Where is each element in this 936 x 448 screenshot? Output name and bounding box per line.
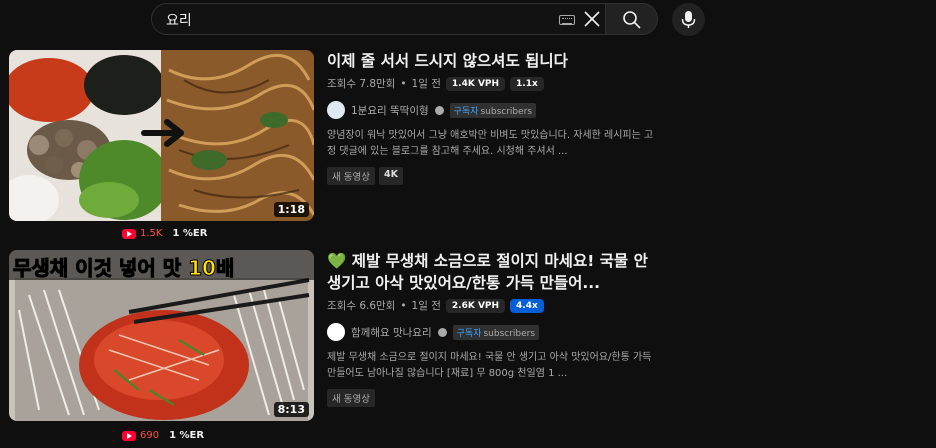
video-result[interactable]: 1:18 1.5K 1 %ER 이제 줄 서서 드시지 않으셔도 됩니다 조회수… <box>9 50 653 245</box>
video-info: 이제 줄 서서 드시지 않으셔도 됩니다 조회수 7.8만회 • 1일 전 1.… <box>327 50 657 185</box>
mini-views: 690 <box>140 430 160 441</box>
voice-search-button[interactable] <box>672 3 705 36</box>
keyboard-icon[interactable] <box>559 15 575 25</box>
multiplier-badge: 1.1x <box>510 76 544 91</box>
subscriber-label-ko: 구독자 <box>456 328 482 339</box>
avatar[interactable] <box>327 101 345 119</box>
tag-4k: 4K <box>378 167 403 185</box>
video-duration: 8:13 <box>273 402 309 417</box>
video-title-text[interactable]: 이제 줄 서서 드시지 않으셔도 됩니다 <box>327 52 568 70</box>
thumbnail-text-1: 무생채 <box>12 256 69 281</box>
thumbnail-image <box>9 50 314 221</box>
separator-dot: • <box>400 299 407 312</box>
green-heart-icon: 💚 <box>327 252 347 270</box>
video-description: 제발 무생채 소금으로 절이지 마세요! 국물 안 생기고 아삭 맛있어요/한통… <box>327 352 652 379</box>
video-tags: 새 동영상 4K <box>327 167 657 185</box>
microphone-icon <box>681 11 696 28</box>
close-icon[interactable] <box>582 9 602 29</box>
channel-row[interactable]: 함께해요 맛나요리 구독자 subscribers <box>327 323 657 341</box>
upload-age: 1일 전 <box>411 300 441 312</box>
subscriber-label-ko: 구독자 <box>453 106 479 117</box>
view-count: 조회수 6.6만회 <box>327 300 396 312</box>
subscriber-label-en: subscribers <box>480 106 533 117</box>
subscriber-label-en: subscribers <box>483 328 536 339</box>
video-info: 💚 제발 무생채 소금으로 절이지 마세요! 국물 안 생기고 아삭 맛있어요/… <box>327 250 657 407</box>
thumbnail-caption: 무생채 이것 넣어 맛 10배 <box>12 252 235 281</box>
video-title[interactable]: 💚 제발 무생채 소금으로 절이지 마세요! 국물 안 생기고 아삭 맛있어요/… <box>327 250 657 294</box>
search-icon <box>623 11 641 29</box>
tag-new-video: 새 동영상 <box>327 389 375 407</box>
search-query[interactable]: 요리 <box>166 10 192 30</box>
video-meta: 조회수 7.8만회 • 1일 전 1.4K VPH 1.1x <box>327 76 657 91</box>
video-thumbnail[interactable]: 무생채 이것 넣어 맛 10배 8:13 <box>9 250 314 421</box>
video-title-text[interactable]: 제발 무생채 소금으로 절이지 마세요! 국물 안 생기고 아삭 맛있어요/한통… <box>327 252 648 292</box>
multiplier-badge: 4.4x <box>510 298 544 313</box>
video-title[interactable]: 이제 줄 서서 드시지 않으셔도 됩니다 <box>327 50 657 72</box>
view-count: 조회수 7.8만회 <box>327 78 396 90</box>
youtube-icon <box>122 430 136 441</box>
separator-dot: • <box>400 77 407 90</box>
vph-badge: 1.4K VPH <box>445 76 506 91</box>
engagement-rate: 1 %ER <box>169 430 205 441</box>
engagement-rate: 1 %ER <box>172 228 208 239</box>
search-button[interactable] <box>605 3 658 35</box>
video-duration: 1:18 <box>273 202 309 217</box>
video-meta: 조회수 6.6만회 • 1일 전 2.6K VPH 4.4x <box>327 298 657 313</box>
search-input[interactable]: 요리 <box>151 3 606 35</box>
video-thumbnail[interactable]: 1:18 <box>9 50 314 221</box>
channel-name[interactable]: 1분요리 뚝딱이형 <box>351 103 429 118</box>
channel-row[interactable]: 1분요리 뚝딱이형 구독자 subscribers <box>327 101 657 119</box>
channel-name[interactable]: 함께해요 맛나요리 <box>351 325 432 340</box>
top-bar: 요리 <box>0 0 936 40</box>
thumbnail-text-3: 맛 10배 <box>162 256 235 281</box>
tag-new-video: 새 동영상 <box>327 167 375 185</box>
subscriber-badge: 구독자 subscribers <box>449 102 537 118</box>
youtube-icon <box>122 228 136 239</box>
upload-age: 1일 전 <box>411 78 441 90</box>
thumbnail-text-2: 이것 넣어 <box>75 256 157 281</box>
video-description: 양념장이 워낙 맛있어서 그냥 애호박만 비벼도 맛있습니다. 자세한 레시피는… <box>327 130 654 157</box>
avatar[interactable] <box>327 323 345 341</box>
mini-views: 1.5K <box>140 228 163 239</box>
subscriber-badge: 구독자 subscribers <box>452 324 540 340</box>
video-tags: 새 동영상 <box>327 389 657 407</box>
vph-badge: 2.6K VPH <box>445 298 506 313</box>
verified-icon <box>437 327 447 337</box>
video-result[interactable]: 무생채 이것 넣어 맛 10배 8:13 690 1 %ER 💚 제발 무생채 … <box>9 250 651 448</box>
video-stats: 690 1 %ER <box>122 430 204 441</box>
video-stats: 1.5K 1 %ER <box>122 228 207 239</box>
verified-icon <box>434 105 444 115</box>
